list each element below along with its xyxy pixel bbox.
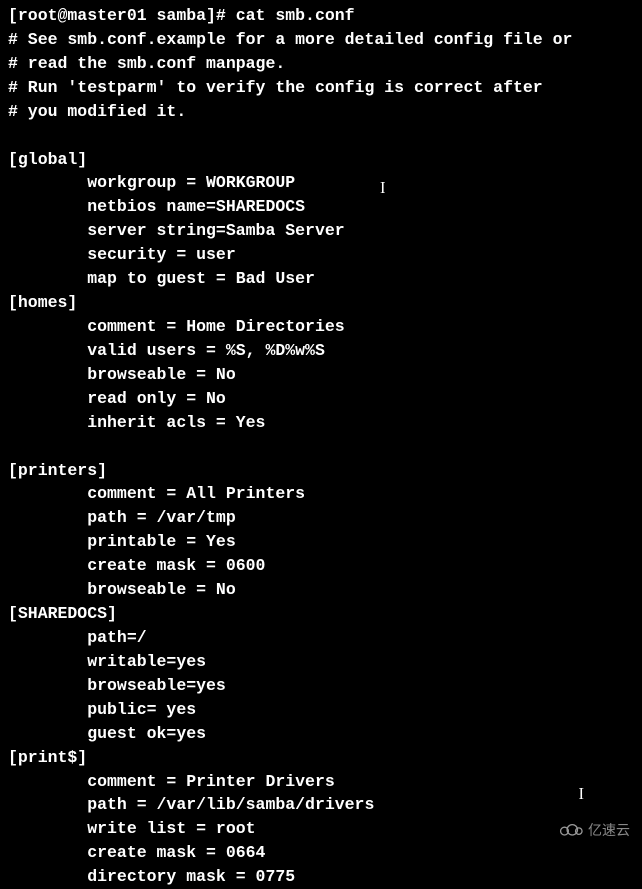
terminal-line: [printers] [8, 459, 634, 483]
terminal-line: comment = Home Directories [8, 315, 634, 339]
terminal-line: directory mask = 0775 [8, 865, 634, 889]
terminal-line: create mask = 0600 [8, 554, 634, 578]
terminal-line: printable = Yes [8, 530, 634, 554]
terminal-line: public= yes [8, 698, 634, 722]
terminal-line: path = /var/lib/samba/drivers [8, 793, 634, 817]
terminal-line [8, 124, 634, 148]
text-cursor-icon: I [380, 176, 386, 200]
terminal-line: [print$] [8, 746, 634, 770]
cloud-logo-icon [558, 822, 584, 838]
terminal-line: browseable = No [8, 363, 634, 387]
terminal-line: server string=Samba Server [8, 219, 634, 243]
terminal-line: workgroup = WORKGROUP [8, 171, 634, 195]
watermark-text: 亿速云 [588, 820, 630, 840]
terminal-line: comment = Printer Drivers [8, 770, 634, 794]
terminal-line: # you modified it. [8, 100, 634, 124]
terminal-output[interactable]: [root@master01 samba]# cat smb.conf # Se… [8, 4, 634, 889]
watermark: 亿速云 [558, 820, 630, 840]
terminal-prompt-line: [root@master01 samba]# cat smb.conf [8, 4, 634, 28]
terminal-file-content: # See smb.conf.example for a more detail… [8, 28, 634, 889]
text-cursor-icon: I [579, 782, 585, 806]
terminal-line: browseable=yes [8, 674, 634, 698]
terminal-line: [homes] [8, 291, 634, 315]
terminal-line: netbios name=SHAREDOCS [8, 195, 634, 219]
terminal-line: comment = All Printers [8, 482, 634, 506]
terminal-line: writable=yes [8, 650, 634, 674]
terminal-line: path = /var/tmp [8, 506, 634, 530]
terminal-line: guest ok=yes [8, 722, 634, 746]
terminal-line: create mask = 0664 [8, 841, 634, 865]
terminal-line: # Run 'testparm' to verify the config is… [8, 76, 634, 100]
terminal-line: write list = root [8, 817, 634, 841]
terminal-line: path=/ [8, 626, 634, 650]
terminal-line: read only = No [8, 387, 634, 411]
terminal-line: security = user [8, 243, 634, 267]
terminal-line: map to guest = Bad User [8, 267, 634, 291]
terminal-line: [SHAREDOCS] [8, 602, 634, 626]
terminal-line [8, 435, 634, 459]
terminal-line: # See smb.conf.example for a more detail… [8, 28, 634, 52]
terminal-line: [global] [8, 148, 634, 172]
terminal-line: inherit acls = Yes [8, 411, 634, 435]
terminal-line: # read the smb.conf manpage. [8, 52, 634, 76]
terminal-line: browseable = No [8, 578, 634, 602]
terminal-line: valid users = %S, %D%w%S [8, 339, 634, 363]
